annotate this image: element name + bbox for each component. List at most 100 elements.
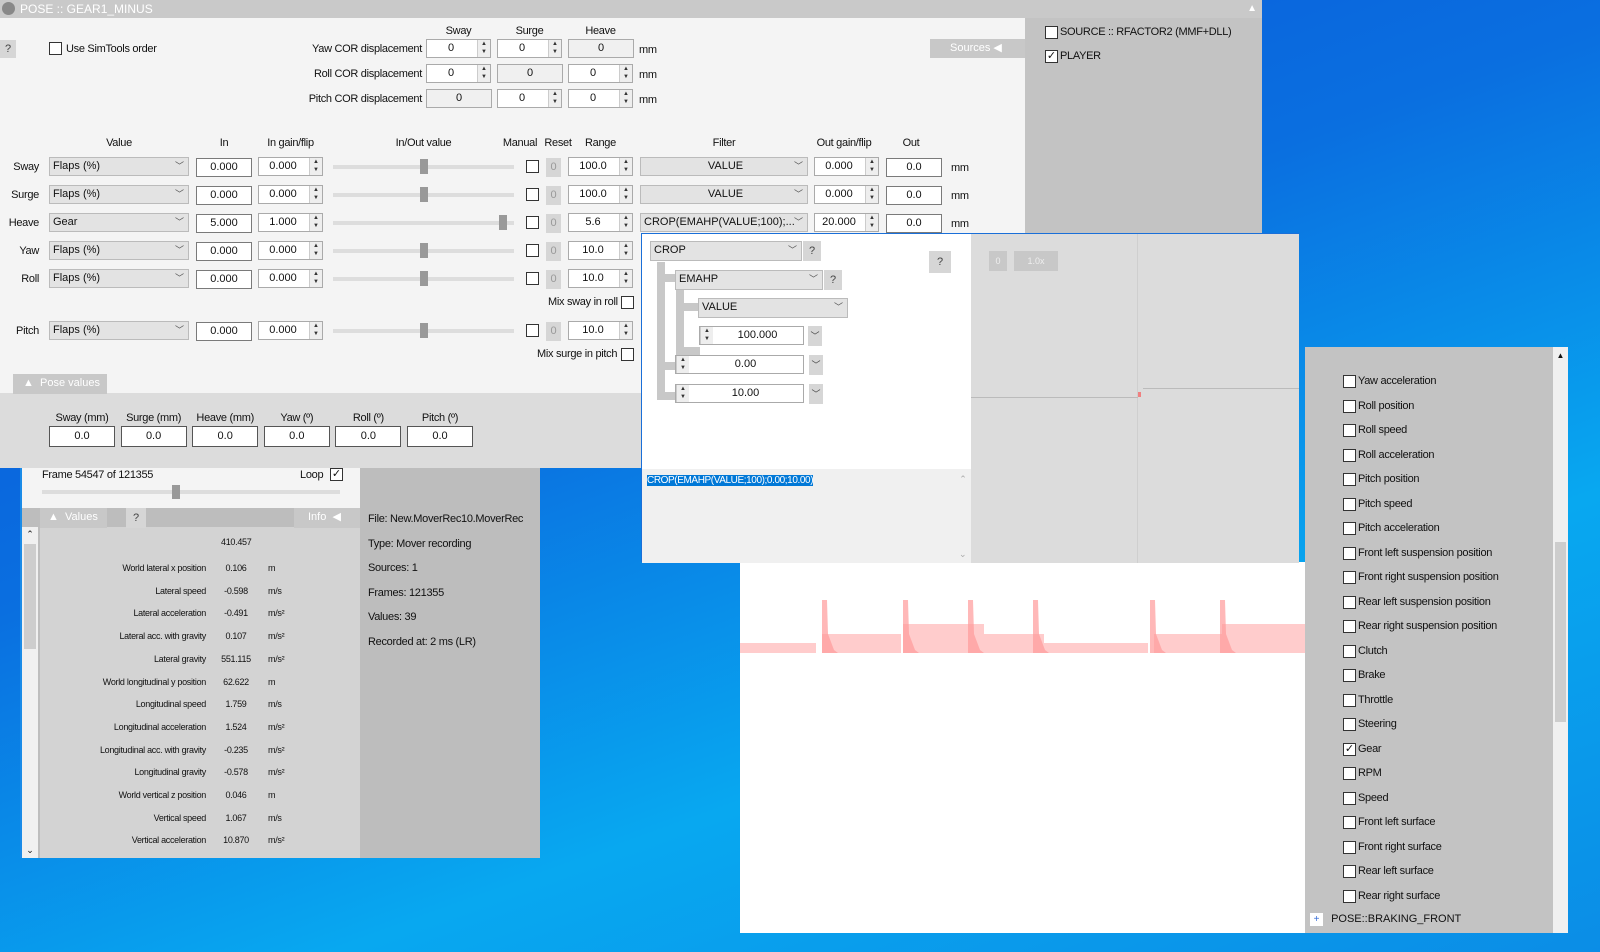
scroll-up-icon[interactable]: ⌃ — [959, 474, 967, 484]
expression-area[interactable]: CROP(EMAHP(VALUE;100);0.00;10.00) ⌃ ⌄ — [642, 469, 971, 563]
value-select[interactable]: Flaps (%) ﹀ — [49, 241, 189, 260]
out-gain-input[interactable]: 20.000 ▲ ▼ — [814, 213, 879, 232]
filter-select[interactable]: VALUE ﹀ — [640, 157, 808, 176]
frame-slider-thumb[interactable] — [172, 485, 181, 499]
cor-value-input[interactable]: 0 ▲ ▼ — [497, 39, 562, 58]
in-gain-input[interactable]: 0.000 ▲ ▼ — [258, 185, 323, 204]
mix-sway-in-roll-checkbox[interactable] — [621, 296, 634, 309]
slider-thumb[interactable] — [419, 187, 428, 202]
slider-thumb[interactable] — [419, 271, 428, 286]
spinner-icon[interactable]: ▲ ▼ — [619, 186, 632, 203]
spinner-icon[interactable]: ▲ ▼ — [309, 270, 322, 287]
source-checkbox[interactable] — [1045, 26, 1058, 39]
param-dropdown-button[interactable]: ﹀ — [809, 355, 823, 375]
info-tab[interactable]: Info ◀ — [294, 508, 360, 528]
emahp-filter-select[interactable]: EMAHP ﹀ — [675, 270, 823, 290]
signal-checkbox[interactable] — [1343, 595, 1356, 609]
value-select[interactable]: Flaps (%) ﹀ — [49, 185, 189, 204]
spinner-icon[interactable]: ▲ ▼ — [619, 158, 632, 175]
spinner-icon[interactable]: ▲ ▼ — [865, 186, 878, 203]
param-dropdown-button[interactable]: ﹀ — [809, 384, 823, 404]
param-dropdown-button[interactable]: ﹀ — [808, 326, 822, 346]
range-input[interactable]: 10.0 ▲ ▼ — [568, 269, 633, 288]
manual-checkbox[interactable] — [526, 188, 539, 201]
range-input[interactable]: 10.0 ▲ ▼ — [568, 321, 633, 340]
cor-value-input[interactable]: 0 ▲ ▼ — [426, 64, 491, 83]
signal-checkbox[interactable] — [1343, 522, 1356, 535]
out-gain-input[interactable]: 0.000 ▲ ▼ — [814, 157, 879, 176]
cor-value-input[interactable]: 0 ▲ ▼ — [568, 89, 633, 108]
signal-checkbox[interactable] — [1343, 889, 1356, 903]
inout-slider[interactable] — [333, 159, 514, 174]
value-select[interactable]: Flaps (%) ﹀ — [49, 321, 189, 340]
signal-checkbox[interactable] — [1343, 718, 1356, 731]
scrollbar-thumb[interactable] — [1555, 542, 1566, 722]
signal-checkbox[interactable] — [1343, 865, 1356, 878]
crop-filter-select[interactable]: CROP ﹀ — [650, 241, 802, 261]
spinner-icon[interactable]: ▲ ▼ — [309, 214, 322, 231]
value-select[interactable]: Flaps (%) ﹀ — [49, 269, 189, 288]
pose-values-tab[interactable]: ▲ Pose values — [13, 374, 107, 394]
cor-value-input[interactable]: 0 ▲ ▼ — [426, 39, 491, 58]
spinner-icon[interactable]: ▲ ▼ — [619, 242, 632, 259]
spinner-icon[interactable]: ▲ ▼ — [309, 242, 322, 259]
reset-button[interactable]: 0 — [546, 158, 561, 177]
manual-checkbox[interactable] — [526, 216, 539, 229]
crop-min-input[interactable]: ▲ ▼ 0.00 — [675, 355, 804, 374]
inout-slider[interactable] — [333, 187, 514, 202]
reset-button[interactable]: 0 — [546, 270, 561, 289]
spinner-icon[interactable]: ▲ ▼ — [619, 270, 632, 287]
reset-button[interactable]: 0 — [546, 186, 561, 205]
spinner-icon[interactable]: ▲ ▼ — [619, 65, 632, 82]
spinner-icon[interactable]: ▲ ▼ — [309, 186, 322, 203]
sources-button[interactable]: Sources ◀ — [930, 39, 1025, 58]
signal-checkbox[interactable] — [1343, 571, 1356, 584]
scroll-up-icon[interactable]: ▲ — [1553, 351, 1568, 360]
signal-checkbox[interactable] — [1343, 620, 1356, 633]
expression-text[interactable]: CROP(EMAHP(VALUE;100);0.00;10.00) — [647, 475, 814, 486]
expand-icon[interactable]: + — [1310, 913, 1323, 926]
inout-slider[interactable] — [333, 271, 514, 286]
loop-checkbox[interactable]: ✓ — [330, 468, 343, 481]
signal-checkbox[interactable] — [1343, 546, 1356, 560]
scrollbar-thumb[interactable] — [24, 544, 36, 649]
signal-checkbox[interactable] — [1343, 375, 1356, 388]
filter-help-button[interactable]: ? — [929, 251, 951, 273]
spinner-icon[interactable]: ▲ ▼ — [309, 322, 322, 339]
in-gain-input[interactable]: 0.000 ▲ ▼ — [258, 157, 323, 176]
emahp-period-input[interactable]: ▲ ▼ 100.000 — [699, 326, 804, 345]
signal-checkbox[interactable] — [1343, 644, 1356, 658]
filter-select[interactable]: VALUE ﹀ — [640, 185, 808, 204]
pose-tree-item[interactable]: + POSE::BRAKING_FRONT — [1310, 913, 1461, 926]
crop-max-input[interactable]: ▲ ▼ 10.00 — [675, 384, 804, 403]
values-help-button[interactable]: ? — [126, 508, 146, 528]
manual-checkbox[interactable] — [526, 272, 539, 285]
inout-slider[interactable] — [333, 323, 514, 338]
out-gain-input[interactable]: 0.000 ▲ ▼ — [814, 185, 879, 204]
slider-thumb[interactable] — [499, 215, 508, 230]
in-gain-input[interactable]: 0.000 ▲ ▼ — [258, 321, 323, 340]
zoom-level-button[interactable]: 1.0x — [1014, 251, 1058, 271]
range-input[interactable]: 100.0 ▲ ▼ — [568, 185, 633, 204]
source-checkbox[interactable]: ✓ — [1045, 50, 1058, 63]
use-simtools-order-checkbox[interactable] — [49, 42, 62, 55]
in-gain-input[interactable]: 0.000 ▲ ▼ — [258, 241, 323, 260]
cor-value-input[interactable]: 0 ▲ ▼ — [497, 89, 562, 108]
signal-checkbox[interactable] — [1343, 669, 1356, 682]
signal-checkbox[interactable] — [1343, 473, 1356, 486]
signal-checkbox[interactable] — [1343, 424, 1356, 437]
spinner-icon[interactable]: ▲ ▼ — [309, 158, 322, 175]
spinner-icon[interactable]: ▲ ▼ — [619, 90, 632, 107]
spinner-icon[interactable]: ▲ ▼ — [619, 214, 632, 231]
range-input[interactable]: 100.0 ▲ ▼ — [568, 157, 633, 176]
signal-checkbox[interactable] — [1343, 448, 1356, 462]
spinner-icon[interactable]: ▲ ▼ — [619, 322, 632, 339]
spinner-icon[interactable]: ▲ ▼ — [477, 65, 490, 82]
spinner-icon[interactable]: ▲ ▼ — [548, 90, 561, 107]
spinner-icon[interactable]: ▲ ▼ — [477, 40, 490, 57]
scroll-down-icon[interactable]: ⌄ — [22, 845, 38, 856]
range-input[interactable]: 5.6 ▲ ▼ — [568, 213, 633, 232]
spinner-icon[interactable]: ▲ ▼ — [548, 40, 561, 57]
signal-checkbox[interactable]: ✓ — [1343, 742, 1356, 756]
zoom-reset-button[interactable]: 0 — [989, 251, 1007, 271]
